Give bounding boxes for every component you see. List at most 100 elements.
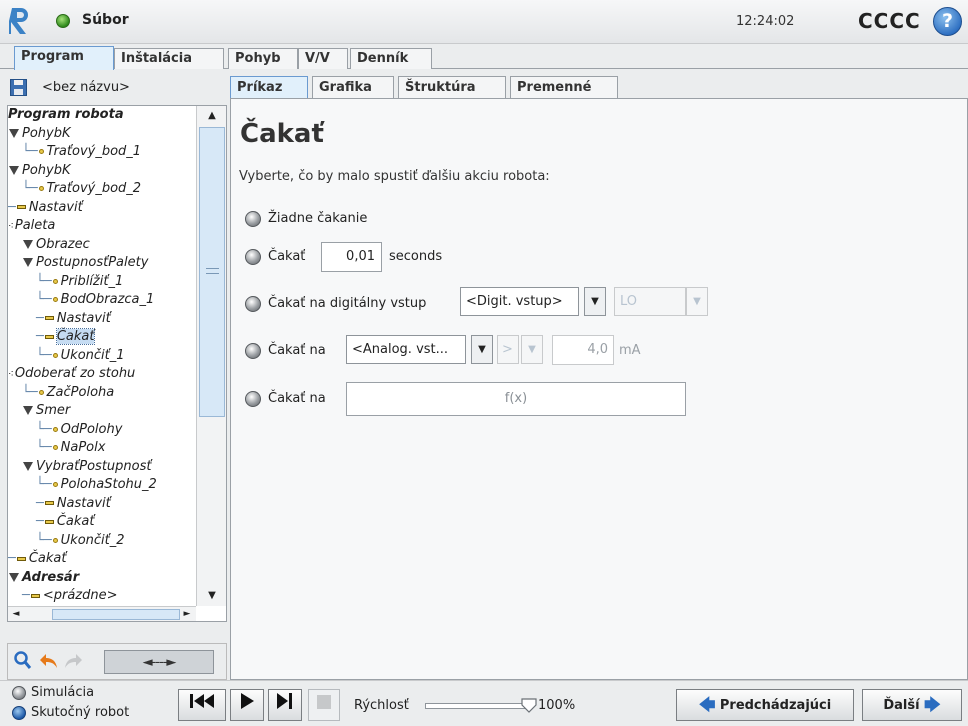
program-panel: <bez názvu> Program robota PohybK └─ Traťov…	[0, 70, 228, 680]
radio-wait-time[interactable]	[245, 249, 261, 265]
scroll-left-icon[interactable]: ◄	[9, 607, 23, 621]
file-row: <bez názvu>	[0, 70, 228, 103]
radio-analog-input[interactable]	[245, 343, 261, 359]
next-button[interactable]: Ďalší 🡆	[862, 689, 962, 721]
hscroll-thumb[interactable]	[52, 609, 180, 620]
analog-input-select[interactable]: <Analog. vst...	[346, 335, 466, 364]
robot-name: CCCC	[858, 9, 921, 33]
tree-node[interactable]: ─ Nastaviť	[8, 199, 83, 217]
speed-slider-thumb[interactable]	[520, 695, 538, 713]
play-icon[interactable]	[230, 689, 264, 721]
simulation-radio-icon[interactable]	[12, 685, 26, 700]
page-title: Čakať	[240, 119, 324, 149]
wait-seconds-input[interactable]: 0,01	[321, 242, 382, 272]
tree-node[interactable]: Program robota	[8, 106, 124, 124]
tree-node[interactable]: └─ Traťový_bod_1	[22, 143, 141, 161]
expand-triangle-icon[interactable]	[23, 461, 33, 471]
radio-digital-input[interactable]	[245, 296, 261, 312]
tab-io[interactable]: V/V	[298, 48, 348, 69]
tab-structure[interactable]: Štruktúra	[398, 76, 506, 98]
tree-node[interactable]: └─ NaPolx	[36, 439, 105, 457]
tree-node[interactable]: ─ Nastaviť	[36, 495, 111, 513]
tree-node[interactable]: Adresár	[8, 569, 79, 587]
option-expression[interactable]: Čakať na	[245, 383, 355, 415]
tree-node[interactable]: └─ Ukončiť_2	[36, 532, 125, 550]
tab-graphics[interactable]: Grafika	[312, 76, 394, 98]
previous-button[interactable]: 🡄 Predchádzajúci	[676, 689, 854, 721]
tree-node[interactable]: └─ Ukončiť_1	[36, 347, 125, 365]
waypoint-icon	[52, 482, 58, 487]
tree-node[interactable]: ─ Čakať	[8, 550, 66, 568]
wait-unit: seconds	[389, 249, 443, 264]
tree-node[interactable]: └─ BodObrazca_1	[36, 291, 154, 309]
chevron-down-icon[interactable]: ▼	[471, 335, 493, 364]
program-tree[interactable]: Program robota PohybK └─ Traťový_bod_1 Pohyb…	[7, 105, 227, 622]
tree-node[interactable]: PostupnosťPalety	[22, 254, 148, 272]
radio-expression[interactable]	[245, 391, 261, 407]
expand-triangle-icon[interactable]	[9, 128, 19, 138]
option-digital-input[interactable]: Čakať na digitálny vstup	[245, 288, 455, 320]
tree-node[interactable]: Smer	[22, 402, 70, 420]
real-robot-mode[interactable]: Skutočný robot	[12, 705, 129, 720]
tree-horizontal-scrollbar[interactable]: ◄ ►	[8, 606, 196, 621]
real-robot-radio-icon[interactable]	[12, 705, 26, 720]
expand-triangle-icon[interactable]	[9, 572, 19, 582]
digital-input-select[interactable]: <Digit. vstup>	[460, 287, 579, 316]
step-icon[interactable]	[268, 689, 302, 721]
tree-node[interactable]: PohybK	[8, 125, 71, 143]
title-bar: Súbor 12:24:02 CCCC ?	[0, 0, 968, 44]
tree-node[interactable]: PohybK	[8, 162, 71, 180]
set-node-icon	[44, 316, 54, 320]
expand-triangle-icon[interactable]	[23, 258, 33, 267]
file-menu-title[interactable]: Súbor	[82, 12, 129, 28]
expression-input[interactable]: f(x)	[346, 382, 686, 416]
expand-triangle-icon[interactable]	[23, 239, 33, 249]
tree-node[interactable]: ⁖Odoberať zo stohu	[8, 365, 135, 383]
search-icon[interactable]	[12, 650, 34, 674]
tree-node[interactable]: ─ Čakať	[36, 513, 94, 531]
simulation-mode[interactable]: Simulácia	[12, 685, 94, 700]
tree-node[interactable]: VybraťPostupnosť	[22, 458, 151, 476]
tree-vertical-scrollbar[interactable]: ▲ ▼	[196, 106, 226, 606]
skip-to-start-icon[interactable]	[178, 689, 226, 721]
option-analog-input[interactable]: Čakať na	[245, 335, 355, 367]
scroll-down-icon[interactable]: ▼	[199, 587, 225, 605]
tree-node[interactable]: └─ OdPolohy	[36, 421, 122, 439]
scroll-thumb[interactable]	[199, 127, 225, 417]
tab-variables[interactable]: Premenné	[510, 76, 618, 98]
main-tabs: Program Inštalácia Pohyb V/V Denník	[0, 44, 968, 70]
save-icon[interactable]	[10, 79, 27, 96]
tree-node[interactable]: ─ Nastaviť	[36, 310, 111, 328]
speed-slider[interactable]	[425, 703, 527, 709]
expand-triangle-icon[interactable]	[9, 165, 19, 175]
tree-node[interactable]: ⁖Paleta	[8, 217, 55, 235]
tree-node[interactable]: └─ PolohaStohu_2	[36, 476, 157, 494]
tab-command[interactable]: Príkaz	[230, 76, 308, 98]
option-no-wait[interactable]: Žiadne čakanie	[245, 203, 445, 235]
tree-node[interactable]: └─ Traťový_bod_2	[22, 180, 141, 198]
tree-node[interactable]: └─ Priblížiť_1	[36, 273, 123, 291]
set-node-icon	[44, 501, 54, 505]
arrow-left-icon: 🡄	[698, 695, 716, 714]
waypoint-icon	[52, 426, 58, 432]
scroll-up-icon[interactable]: ▲	[199, 107, 225, 125]
chevron-down-icon[interactable]: ▼	[584, 287, 606, 316]
tab-move[interactable]: Pohyb	[228, 48, 298, 69]
radio-no-wait[interactable]	[245, 211, 261, 227]
expand-triangle-icon[interactable]	[23, 406, 33, 415]
waypoint-icon	[38, 186, 44, 191]
tree-node[interactable]: ─ <prázdne>	[22, 587, 118, 605]
scroll-right-icon[interactable]: ►	[180, 607, 194, 621]
tab-log[interactable]: Denník	[350, 48, 432, 69]
tree-node[interactable]: ─ Čakať	[36, 328, 96, 346]
tab-program[interactable]: Program	[14, 46, 114, 70]
redo-icon[interactable]	[62, 650, 84, 674]
undo-icon[interactable]	[38, 650, 60, 674]
universal-robots-logo-icon	[9, 8, 28, 34]
tree-node[interactable]: └─ ZačPoloha	[22, 384, 114, 402]
tree-node[interactable]: Obrazec	[22, 236, 90, 254]
help-button[interactable]: ?	[933, 7, 962, 36]
tab-installation[interactable]: Inštalácia	[114, 48, 224, 69]
move-node-button[interactable]: ◄----►	[104, 650, 214, 674]
waypoint-icon	[52, 278, 58, 284]
